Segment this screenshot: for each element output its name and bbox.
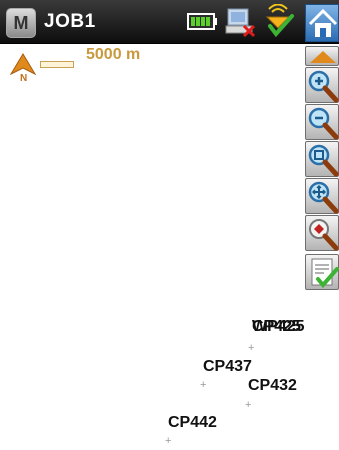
home-button[interactable] (305, 4, 339, 42)
review-list-icon (311, 258, 339, 289)
point-marker-cp437[interactable]: + (200, 380, 206, 391)
pan-button[interactable] (305, 178, 339, 214)
review-button[interactable] (305, 254, 339, 290)
north-arrow-icon: N (9, 53, 37, 82)
point-label-cp437[interactable]: CP437 (203, 358, 252, 376)
zoom-in-button[interactable] (305, 67, 339, 103)
point-label-cp432[interactable]: CP432 (248, 377, 297, 395)
radio-status-button[interactable] (224, 4, 258, 40)
battery-status-button[interactable] (186, 4, 220, 40)
point-label-cp442[interactable]: CP442 (168, 414, 217, 432)
scroll-up-button[interactable] (305, 46, 339, 66)
filter-button[interactable] (305, 215, 339, 251)
zoom-out-icon (308, 107, 339, 140)
point-marker-cp442[interactable]: + (165, 436, 171, 447)
zoom-extents-button[interactable] (305, 141, 339, 177)
home-icon (308, 8, 338, 37)
north-label: N (20, 73, 27, 82)
menu-button[interactable]: M (6, 8, 36, 38)
title-bar: M JOB1 (0, 0, 339, 44)
gnss-status-button[interactable] (262, 3, 296, 40)
scale-label: 5000 m (86, 46, 141, 63)
zoom-in-icon (308, 70, 339, 103)
menu-icon: M (13, 12, 29, 33)
point-label-wp425[interactable]: WP425 (252, 318, 304, 336)
zoom-extents-icon (308, 144, 339, 177)
filter-icon (309, 219, 339, 251)
scale-bar (40, 61, 74, 68)
pan-icon (308, 181, 339, 214)
gnss-satellite-icon (265, 3, 294, 38)
battery-icon (187, 13, 217, 30)
job-title: JOB1 (44, 11, 96, 32)
zoom-out-button[interactable] (305, 104, 339, 140)
radio-disconnected-icon (225, 8, 256, 38)
point-marker-cp432[interactable]: + (245, 400, 251, 411)
point-marker-cp425[interactable]: + (248, 343, 254, 354)
